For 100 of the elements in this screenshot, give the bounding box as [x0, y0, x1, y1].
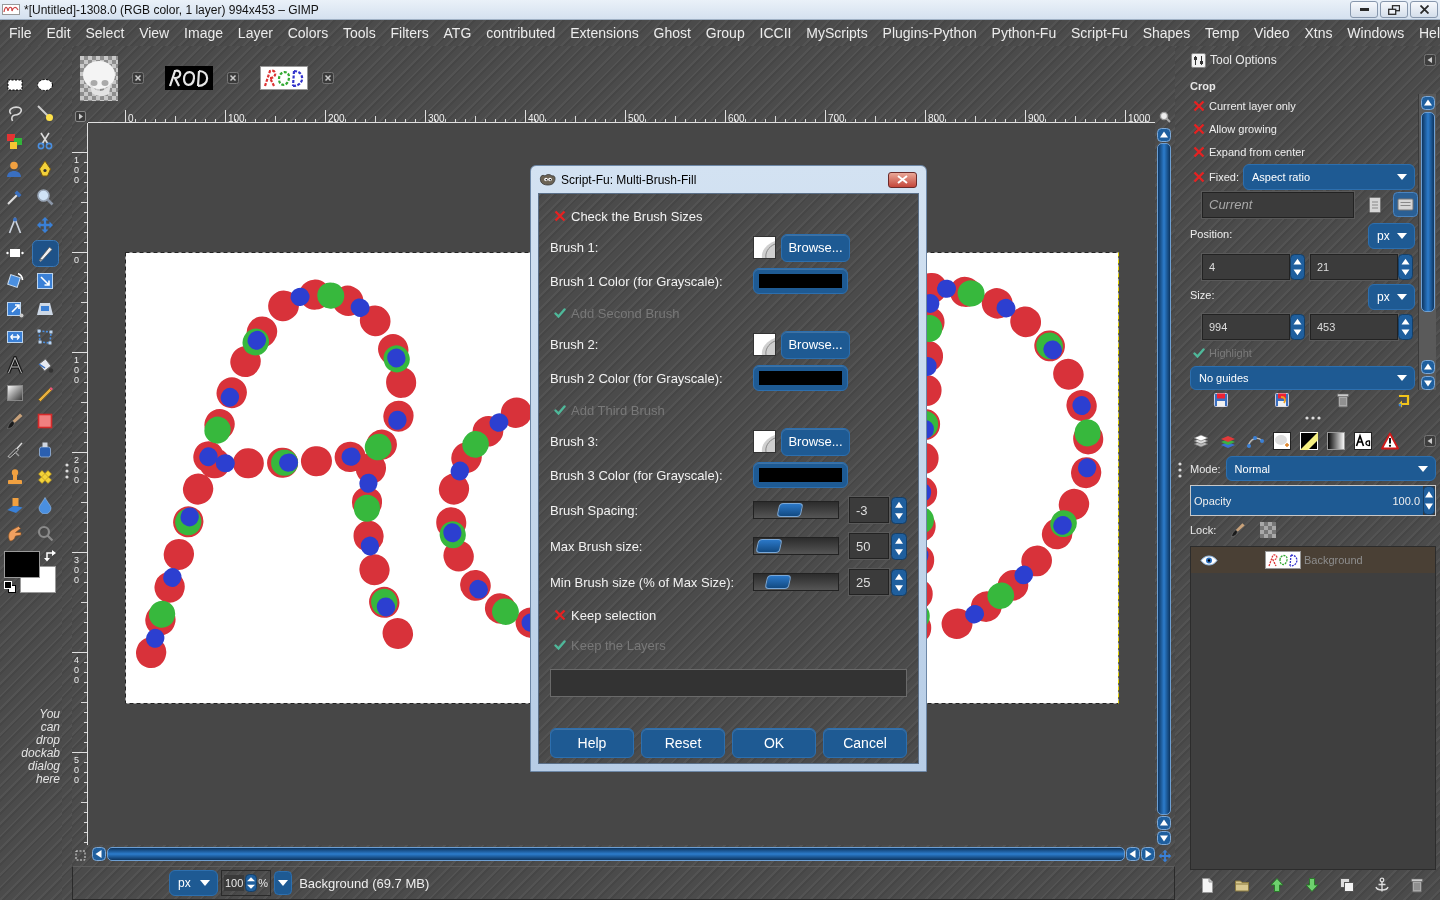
lasso-icon[interactable] — [6, 104, 24, 122]
browse-button[interactable]: Browse... — [781, 330, 850, 359]
unit-dropdown[interactable]: px — [1368, 223, 1415, 249]
menu-item[interactable]: Video — [1254, 24, 1290, 42]
color-button[interactable] — [753, 462, 848, 488]
slider-thumb[interactable] — [764, 575, 792, 589]
zoom-field[interactable]: 100 — [224, 875, 245, 891]
menu-item[interactable]: Group — [705, 24, 745, 42]
spin-arrows-icon[interactable] — [1398, 253, 1413, 280]
airbrush-icon[interactable] — [6, 440, 24, 458]
duplicate-icon[interactable] — [1339, 877, 1355, 893]
number-field[interactable]: 4 — [1202, 253, 1290, 280]
dashed-square-icon[interactable] — [74, 850, 86, 861]
slider-track[interactable] — [753, 537, 839, 555]
portrait-icon[interactable] — [1369, 196, 1381, 213]
menu-item[interactable]: Select — [85, 24, 125, 42]
dialog-button[interactable]: Help — [550, 728, 634, 758]
color-squares-icon[interactable] — [6, 132, 24, 150]
menu-item[interactable]: Colors — [287, 24, 329, 42]
trash-icon[interactable] — [1409, 877, 1425, 893]
menu-item[interactable]: ICCII — [759, 24, 792, 42]
grip-dots-icon[interactable] — [1178, 462, 1182, 478]
menu-item[interactable]: contributed — [486, 24, 556, 42]
page-icon[interactable] — [1199, 877, 1215, 893]
magic-wand-icon[interactable] — [36, 104, 54, 122]
menu-item[interactable]: File — [9, 24, 32, 42]
dialog-button[interactable]: OK — [732, 728, 816, 758]
menu-item[interactable]: Extensions — [570, 24, 639, 42]
close-icon[interactable] — [322, 72, 334, 84]
rotate-icon[interactable] — [6, 272, 24, 290]
down-arrow-icon[interactable] — [1304, 877, 1320, 893]
brush-thumbnail-icon[interactable] — [1273, 432, 1291, 450]
eye-icon[interactable] — [1200, 554, 1218, 566]
menu-item[interactable]: Ghost — [653, 24, 691, 42]
scrollbar-thumb[interactable] — [1157, 143, 1171, 815]
checkbox-label[interactable]: Current layer only — [1209, 99, 1296, 112]
checkbox-label[interactable]: Check the Brush Sizes — [571, 208, 907, 224]
grip-dots-icon[interactable] — [1305, 416, 1321, 420]
brush-preview-icon[interactable] — [753, 430, 776, 453]
dialog-button[interactable]: Reset — [641, 728, 725, 758]
up-arrow-icon[interactable] — [1269, 877, 1285, 893]
warning-icon[interactable] — [1381, 432, 1399, 450]
image-thumbnail[interactable] — [260, 66, 308, 90]
menu-item[interactable]: MyScripts — [806, 24, 868, 42]
ring-icon[interactable] — [36, 524, 54, 542]
menu-item[interactable]: Windows — [1347, 24, 1405, 42]
mode-dropdown[interactable]: Normal — [1225, 456, 1436, 481]
trash-icon[interactable] — [1334, 392, 1351, 408]
bandage-icon[interactable] — [36, 468, 54, 486]
slider-thumb[interactable] — [755, 539, 783, 553]
guides-dropdown[interactable]: No guides — [1190, 366, 1415, 390]
slider-thumb[interactable] — [776, 503, 804, 517]
eraser-icon[interactable] — [36, 412, 54, 430]
cage-icon[interactable] — [36, 328, 54, 346]
eyedropper-icon[interactable] — [6, 188, 24, 206]
stacked-sheets-icon[interactable] — [1192, 432, 1210, 450]
ratio-dropdown[interactable]: Aspect ratio — [1242, 163, 1415, 190]
close-icon[interactable] — [132, 72, 144, 84]
spin-arrows-icon[interactable] — [891, 568, 907, 596]
scale-icon[interactable] — [36, 272, 54, 290]
grip-dots-icon[interactable] — [65, 463, 69, 479]
unit-dropdown[interactable]: px — [169, 870, 218, 896]
spin-arrows-icon[interactable] — [1423, 486, 1435, 515]
perspective-icon[interactable] — [36, 300, 54, 318]
menu-item[interactable]: Layer — [237, 24, 273, 42]
stamp-icon[interactable] — [6, 468, 24, 486]
menu-item[interactable]: Temp — [1205, 24, 1240, 42]
menu-item[interactable]: Edit — [46, 24, 71, 42]
scrollbar-thumb[interactable] — [107, 846, 1125, 861]
close-button[interactable] — [1410, 1, 1438, 18]
paintbrush-icon[interactable] — [1230, 521, 1247, 538]
shear-icon[interactable] — [6, 300, 24, 318]
browse-button[interactable]: Browse... — [781, 233, 850, 262]
pattern-icon[interactable] — [1300, 432, 1318, 450]
menu-item[interactable]: Python-Fu — [991, 24, 1057, 42]
menu-item[interactable]: Tools — [343, 24, 376, 42]
pen-nib-icon[interactable] — [36, 160, 54, 178]
paintbrush-icon[interactable] — [6, 412, 24, 430]
maximize-button[interactable] — [1380, 1, 1408, 18]
opacity-slider[interactable]: Opacity 100.0 — [1190, 485, 1436, 516]
flip-icon[interactable] — [6, 328, 24, 346]
color-button[interactable] — [753, 365, 848, 391]
menu-item[interactable]: View — [139, 24, 170, 42]
scrollbar-thumb[interactable] — [1420, 112, 1435, 312]
sliders-icon[interactable] — [1191, 52, 1206, 68]
dashed-ellipse-icon[interactable] — [36, 76, 54, 94]
menu-item[interactable]: Shapes — [1142, 24, 1191, 42]
menu-item[interactable]: Hel — [1419, 24, 1440, 42]
dashed-rectangle-icon[interactable] — [6, 76, 24, 94]
number-field[interactable]: 50 — [849, 533, 889, 559]
spin-arrows-icon[interactable] — [1398, 313, 1413, 340]
image-thumbnail[interactable] — [80, 55, 118, 101]
folder-icon[interactable] — [1234, 877, 1250, 893]
checkerboard-icon[interactable] — [1260, 521, 1277, 538]
menu-item[interactable]: Filters — [390, 24, 429, 42]
slider-track[interactable] — [753, 501, 839, 519]
brush-preview-icon[interactable] — [753, 333, 776, 356]
number-field[interactable]: -3 — [849, 497, 889, 523]
close-icon[interactable] — [227, 72, 239, 84]
color-swatches-widget[interactable] — [4, 550, 57, 594]
